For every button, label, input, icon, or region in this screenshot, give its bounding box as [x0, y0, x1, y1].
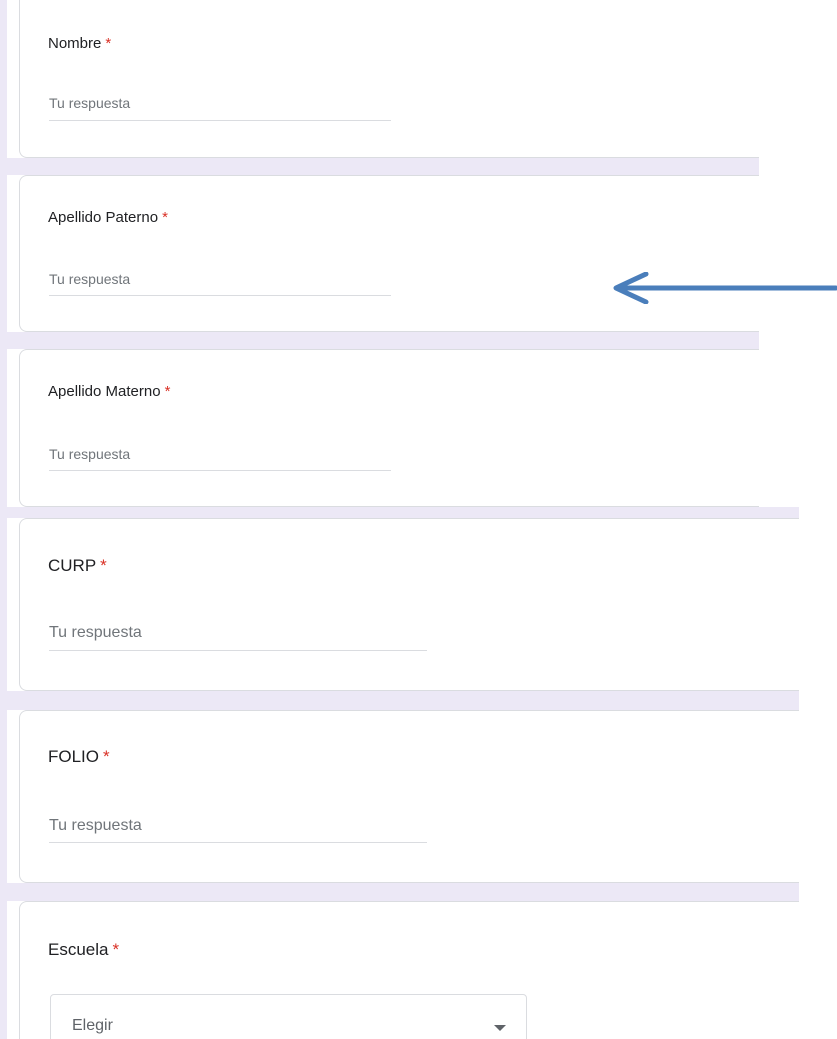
answer-input[interactable]: Tu respuesta: [49, 271, 130, 287]
question-label: CURP: [48, 556, 97, 575]
dropdown-selected-value: Elegir: [72, 1017, 113, 1034]
answer-input[interactable]: Tu respuesta: [49, 624, 142, 642]
answer-underline: [49, 650, 427, 651]
chevron-down-icon: [494, 1025, 506, 1031]
question-label: Escuela: [48, 940, 109, 959]
card-gap: [7, 883, 799, 901]
answer-underline: [49, 295, 391, 296]
card-gap: [7, 507, 799, 518]
required-asterisk: *: [164, 383, 171, 400]
left-background-strip: [0, 0, 7, 1039]
question-title: Apellido Materno *: [48, 383, 170, 400]
question-title: FOLIO *: [48, 747, 110, 767]
question-title: Escuela *: [48, 940, 119, 960]
question-card-curp: CURP * Tu respuesta: [19, 518, 799, 691]
question-title: Nombre *: [48, 35, 111, 52]
form-page: Nombre * Tu respuesta Apellido Paterno * T…: [0, 0, 837, 1039]
required-asterisk: *: [103, 747, 110, 766]
escuela-dropdown[interactable]: Elegir: [50, 994, 527, 1039]
answer-underline: [49, 120, 391, 121]
required-asterisk: *: [105, 35, 112, 52]
question-card-apellido-materno: Apellido Materno * Tu respuesta: [19, 349, 759, 507]
question-label: Apellido Paterno: [48, 209, 159, 226]
card-gap: [7, 691, 799, 710]
question-label: FOLIO: [48, 747, 100, 766]
question-title: Apellido Paterno *: [48, 209, 168, 226]
question-card-folio: FOLIO * Tu respuesta: [19, 710, 799, 883]
question-card-nombre: Nombre * Tu respuesta: [19, 0, 759, 158]
question-label: Apellido Materno: [48, 383, 161, 400]
answer-input[interactable]: Tu respuesta: [49, 95, 130, 111]
answer-underline: [49, 842, 427, 843]
question-card-apellido-paterno: Apellido Paterno * Tu respuesta: [19, 175, 759, 332]
question-card-escuela: Escuela * Elegir: [19, 901, 799, 1039]
left-arrow-icon: [613, 272, 837, 304]
required-asterisk: *: [100, 556, 107, 575]
question-label: Nombre: [48, 35, 102, 52]
required-asterisk: *: [112, 940, 120, 959]
question-title: CURP *: [48, 556, 107, 576]
card-gap: [7, 158, 759, 175]
required-asterisk: *: [162, 209, 168, 226]
answer-input[interactable]: Tu respuesta: [49, 817, 142, 835]
answer-underline: [49, 470, 391, 471]
answer-input[interactable]: Tu respuesta: [49, 446, 130, 462]
card-gap: [7, 332, 759, 349]
